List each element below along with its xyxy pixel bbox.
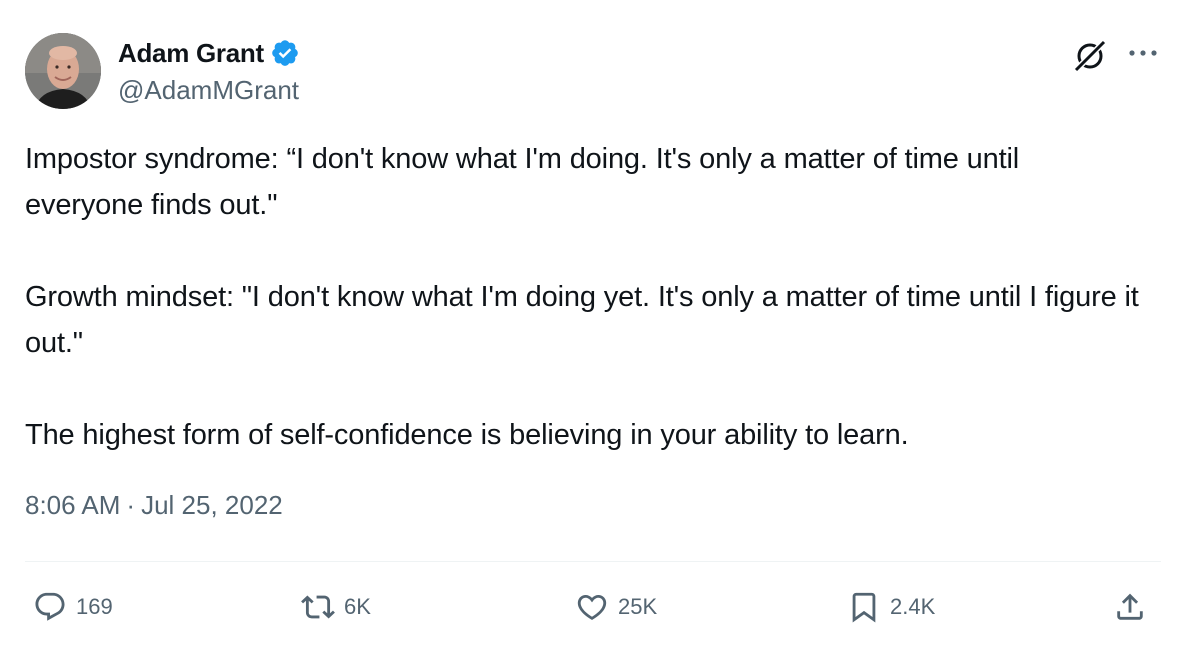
tweet-card: Adam Grant @AdamMGrant Impostor syndrome…: [0, 0, 1186, 646]
share-upload-icon: [1117, 593, 1143, 620]
reply-count: 169: [76, 594, 113, 619]
author-handle[interactable]: @AdamMGrant: [118, 75, 299, 106]
grok-slash-icon[interactable]: [1072, 38, 1108, 74]
bookmark-count: 2.4K: [890, 594, 936, 619]
repost-button[interactable]: 6K: [301, 585, 371, 629]
share-button[interactable]: [1113, 585, 1147, 629]
verified-badge-icon[interactable]: [270, 38, 300, 68]
more-dots-icon[interactable]: [1126, 42, 1160, 64]
repost-arrows-icon: [301, 595, 335, 619]
tweet-date: Jul 25, 2022: [141, 490, 283, 520]
reply-button[interactable]: 169: [33, 585, 113, 629]
like-count: 25K: [618, 594, 658, 619]
avatar-image: [25, 33, 101, 109]
bookmark-icon: [852, 592, 876, 623]
timestamp-separator: ·: [126, 490, 136, 520]
heart-icon: [577, 594, 607, 620]
tweet-body: Impostor syndrome: “I don't know what I'…: [25, 136, 1145, 458]
repost-count: 6K: [344, 594, 371, 619]
tweet-paragraph: Growth mindset: "I don't know what I'm d…: [25, 281, 1139, 359]
tweet-time: 8:06 AM: [25, 490, 121, 520]
speech-bubble-icon: [35, 592, 65, 621]
tweet-paragraph: The highest form of self-confidence is b…: [25, 419, 909, 451]
author-name-row: Adam Grant: [118, 36, 300, 70]
avatar[interactable]: [25, 33, 101, 109]
divider: [25, 561, 1161, 562]
like-button[interactable]: 25K: [575, 585, 657, 629]
tweet-paragraph: Impostor syndrome: “I don't know what I'…: [25, 143, 1020, 221]
tweet-timestamp[interactable]: 8:06 AM · Jul 25, 2022: [25, 490, 283, 521]
author-display-name[interactable]: Adam Grant: [118, 38, 264, 69]
bookmark-button[interactable]: 2.4K: [847, 585, 935, 629]
